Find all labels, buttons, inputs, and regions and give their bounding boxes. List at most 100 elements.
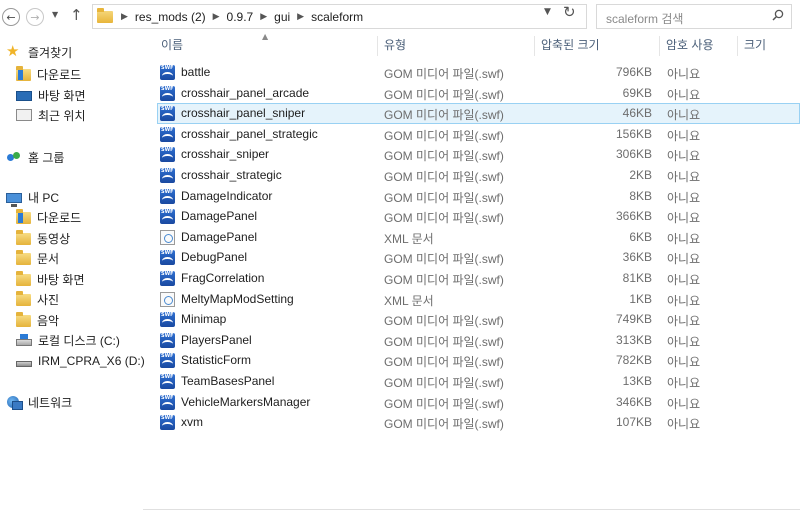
swf-file-icon: [160, 147, 175, 163]
chevron-right-icon[interactable]: ▶: [213, 12, 220, 22]
computer-icon: [6, 192, 22, 207]
file-compressed-size: 8KB: [629, 188, 652, 203]
file-name: FragCorrelation: [181, 271, 265, 285]
chevron-right-icon[interactable]: ▶: [260, 12, 267, 22]
navigation-pane: ★ 즐겨찾기 다운로드 바탕 화면 최근 위치 홈 그룹 내 PC 다운로드 동…: [0, 34, 145, 511]
breadcrumb-gui[interactable]: gui: [274, 10, 290, 24]
refresh-button[interactable]: ↻: [563, 3, 576, 21]
nav-desktop[interactable]: 바탕 화면: [16, 85, 86, 105]
file-row[interactable]: Minimap GOM 미디어 파일(.swf) 749KB 아니요: [157, 309, 800, 330]
column-divider[interactable]: [737, 36, 738, 56]
file-type: GOM 미디어 파일(.swf): [384, 355, 504, 370]
local-disk-icon: [16, 334, 32, 346]
file-row[interactable]: DamageIndicator GOM 미디어 파일(.swf) 8KB 아니요: [157, 186, 800, 207]
file-row[interactable]: TeamBasesPanel GOM 미디어 파일(.swf) 13KB 아니요: [157, 371, 800, 392]
nav-homegroup[interactable]: 홈 그룹: [6, 147, 64, 167]
address-bar: ← → ▼ ↑ ▶ res_mods (2) ▶ 0.9.7 ▶ gui ▶ s…: [0, 0, 800, 34]
file-row[interactable]: crosshair_panel_strategic GOM 미디어 파일(.swf…: [157, 124, 800, 145]
column-divider[interactable]: [534, 36, 535, 56]
up-button[interactable]: ↑: [70, 6, 83, 24]
nav-favorites[interactable]: ★ 즐겨찾기: [6, 42, 72, 62]
file-compressed-size: 306KB: [615, 147, 652, 162]
file-row[interactable]: crosshair_strategic GOM 미디어 파일(.swf) 2KB 아니…: [157, 165, 800, 186]
column-header-size[interactable]: 크기: [744, 36, 766, 56]
column-header-password[interactable]: 암호 사용: [666, 36, 714, 56]
videos-folder-icon: [16, 230, 31, 245]
path-box[interactable]: ▶ res_mods (2) ▶ 0.9.7 ▶ gui ▶ scaleform: [92, 4, 587, 29]
nav-pictures[interactable]: 사진: [16, 289, 59, 309]
file-row[interactable]: PlayersPanel GOM 미디어 파일(.swf) 313KB 아니요: [157, 330, 800, 351]
forward-button[interactable]: →: [26, 8, 44, 26]
file-name: DamagePanel: [181, 229, 258, 244]
column-header-name[interactable]: 이름: [161, 36, 183, 56]
desktop-folder-icon: [16, 271, 31, 286]
file-row[interactable]: crosshair_panel_sniper GOM 미디어 파일(.swf) 46…: [157, 103, 800, 125]
nav-pc-desktop[interactable]: 바탕 화면: [16, 269, 85, 289]
nav-network[interactable]: 네트워크: [6, 392, 72, 412]
file-type: GOM 미디어 파일(.swf): [384, 149, 504, 164]
chevron-right-icon[interactable]: ▶: [121, 12, 128, 22]
file-compressed-size: 13KB: [622, 374, 652, 388]
swf-file-icon: [160, 312, 175, 328]
breadcrumb-res-mods[interactable]: res_mods (2): [135, 10, 206, 24]
nav-music[interactable]: 음악: [16, 310, 59, 330]
search-input[interactable]: scaleform 검색: [606, 10, 683, 27]
file-row[interactable]: MeltyMapModSetting XML 문서 1KB 아니요: [157, 289, 800, 310]
nav-documents[interactable]: 문서: [16, 248, 59, 268]
file-type: GOM 미디어 파일(.swf): [384, 87, 504, 102]
file-type: XML 문서: [384, 293, 434, 308]
file-password: 아니요: [667, 396, 701, 411]
documents-folder-icon: [16, 250, 31, 265]
file-row[interactable]: battle GOM 미디어 파일(.swf) 796KB 아니요: [157, 62, 800, 83]
file-compressed-size: 156KB: [615, 126, 652, 141]
file-name: crosshair_panel_sniper: [181, 106, 306, 121]
file-row[interactable]: crosshair_panel_arcade GOM 미디어 파일(.swf) 69…: [157, 83, 800, 104]
swf-file-icon: [160, 394, 175, 410]
recent-locations-dropdown[interactable]: ▼: [52, 10, 58, 19]
back-button[interactable]: ←: [2, 8, 20, 26]
file-password: 아니요: [667, 149, 701, 164]
column-divider[interactable]: [377, 36, 378, 56]
file-row[interactable]: VehicleMarkersManager GOM 미디어 파일(.swf) 346…: [157, 392, 800, 413]
nav-label: 바탕 화면: [37, 272, 85, 287]
file-password: 아니요: [667, 87, 701, 102]
column-header-type[interactable]: 유형: [384, 36, 406, 56]
swf-file-icon: [160, 106, 175, 122]
nav-local-disk-c[interactable]: 로컬 디스크 (C:): [16, 330, 120, 350]
swf-file-icon: [160, 65, 175, 80]
nav-videos[interactable]: 동영상: [16, 228, 70, 248]
nav-drive-d[interactable]: IRM_CPRA_X6 (D:): [16, 351, 145, 371]
file-type: GOM 미디어 파일(.swf): [384, 128, 504, 143]
chevron-right-icon[interactable]: ▶: [297, 12, 304, 22]
file-row[interactable]: FragCorrelation GOM 미디어 파일(.swf) 81KB 아니요: [157, 268, 800, 289]
file-row[interactable]: crosshair_sniper GOM 미디어 파일(.swf) 306KB 아니요: [157, 144, 800, 165]
search-box[interactable]: scaleform 검색: [596, 4, 792, 29]
file-row[interactable]: StatisticForm GOM 미디어 파일(.swf) 782KB 아니요: [157, 350, 800, 371]
file-password: 아니요: [667, 293, 701, 308]
nav-label: 문서: [37, 251, 60, 266]
file-name: crosshair_panel_strategic: [181, 126, 318, 141]
file-name: crosshair_strategic: [181, 168, 282, 182]
file-row[interactable]: DamagePanel XML 문서 6KB 아니요: [157, 227, 800, 248]
file-password: 아니요: [667, 108, 701, 123]
breadcrumb-version[interactable]: 0.9.7: [227, 10, 254, 24]
column-divider[interactable]: [659, 36, 660, 56]
nav-pc-downloads[interactable]: 다운로드: [16, 207, 81, 227]
file-type: GOM 미디어 파일(.swf): [384, 211, 504, 226]
nav-recent[interactable]: 최근 위치: [16, 105, 86, 125]
nav-label: 로컬 디스크 (C:): [38, 333, 120, 348]
nav-downloads[interactable]: 다운로드: [16, 64, 81, 84]
nav-label: 즐겨찾기: [28, 45, 73, 60]
file-row[interactable]: DamagePanel GOM 미디어 파일(.swf) 366KB 아니요: [157, 206, 800, 227]
file-name: VehicleMarkersManager: [181, 394, 311, 409]
music-folder-icon: [16, 312, 31, 327]
address-dropdown[interactable]: ▼: [544, 7, 551, 17]
file-row[interactable]: DebugPanel GOM 미디어 파일(.swf) 36KB 아니요: [157, 247, 800, 268]
nav-this-pc[interactable]: 내 PC: [6, 187, 59, 207]
breadcrumb-scaleform[interactable]: scaleform: [311, 10, 363, 24]
swf-file-icon: [160, 168, 175, 183]
star-icon: ★: [6, 43, 20, 60]
file-type: GOM 미디어 파일(.swf): [384, 334, 504, 349]
file-row[interactable]: xvm GOM 미디어 파일(.swf) 107KB 아니요: [157, 412, 800, 433]
column-header-compressed-size[interactable]: 압축된 크기: [541, 36, 600, 56]
